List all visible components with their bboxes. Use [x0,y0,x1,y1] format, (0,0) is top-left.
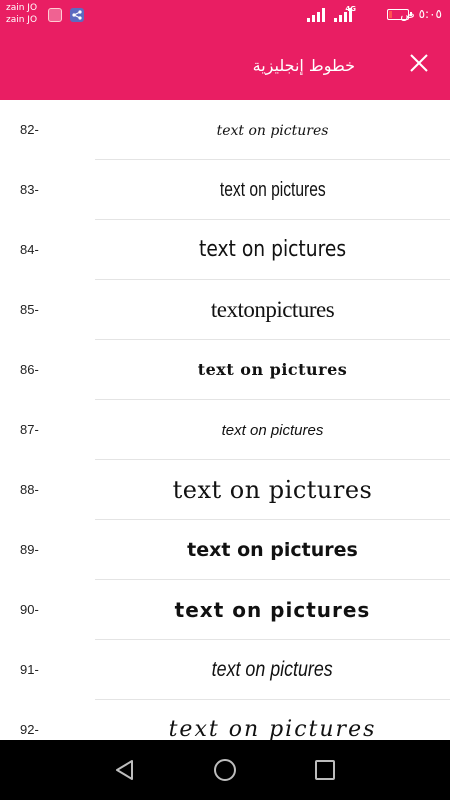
font-number: 92- [20,722,39,737]
font-number: 83- [20,182,39,197]
font-number: 88- [20,482,39,497]
font-sample: textonpictures [210,297,335,322]
status-bar: zain JO zain JO 4G ٥:٠٥ ص [0,0,450,30]
font-sample: text on pictures [174,598,371,622]
font-sample: text on pictures [172,476,373,504]
font-sample: text on pictures [219,179,326,201]
signal-strength-2-icon [334,8,352,22]
font-item[interactable]: 85- textonpictures [0,280,450,340]
font-number: 85- [20,302,39,317]
font-sample: text on pictures [198,237,347,262]
font-item[interactable]: 89- text on pictures [0,520,450,580]
font-list: 82- text on pictures 83- text on picture… [0,100,450,740]
font-sample: text on pictures [197,360,348,379]
app-bar: خطوط إنجليزية [0,30,450,100]
font-number: 82- [20,122,39,137]
font-item[interactable]: 83- text on pictures [0,160,450,220]
carrier-1-label: zain JO [6,3,38,13]
font-item[interactable]: 82- text on pictures [0,100,450,160]
font-sample: text on pictures [187,539,358,561]
font-item[interactable]: 92- text on pictures [0,700,450,740]
font-item[interactable]: 87- text on pictures [0,400,450,460]
font-number: 90- [20,602,39,617]
square-recent-apps-icon[interactable] [312,757,338,783]
font-item[interactable]: 86- text on pictures [0,340,450,400]
font-number: 87- [20,422,39,437]
font-item[interactable]: 91- text on pictures [0,640,450,700]
font-sample: text on pictures [211,658,334,681]
font-sample: text on pictures [216,123,329,139]
font-item[interactable]: 90- text on pictures [0,580,450,640]
font-number: 89- [20,542,39,557]
font-number: 84- [20,242,39,257]
navigation-bar [0,740,450,800]
circle-home-icon[interactable] [212,757,238,783]
close-icon[interactable] [408,52,430,74]
share-notification-icon [70,8,84,22]
clock: ٥:٠٥ ص [400,7,442,21]
font-sample: text on pictures [168,717,377,740]
page-title: خطوط إنجليزية [252,56,355,75]
gallery-notification-icon [48,8,62,22]
carrier-labels: zain JO zain JO [6,2,37,26]
font-number: 91- [20,662,39,677]
font-item[interactable]: 88- text on pictures [0,460,450,520]
signal-strength-icon [307,8,325,22]
triangle-back-icon[interactable] [112,757,138,783]
carrier-2-label: zain JO [6,15,38,25]
font-item[interactable]: 84- text on pictures [0,220,450,280]
font-sample: text on pictures [221,422,324,439]
font-number: 86- [20,362,39,377]
